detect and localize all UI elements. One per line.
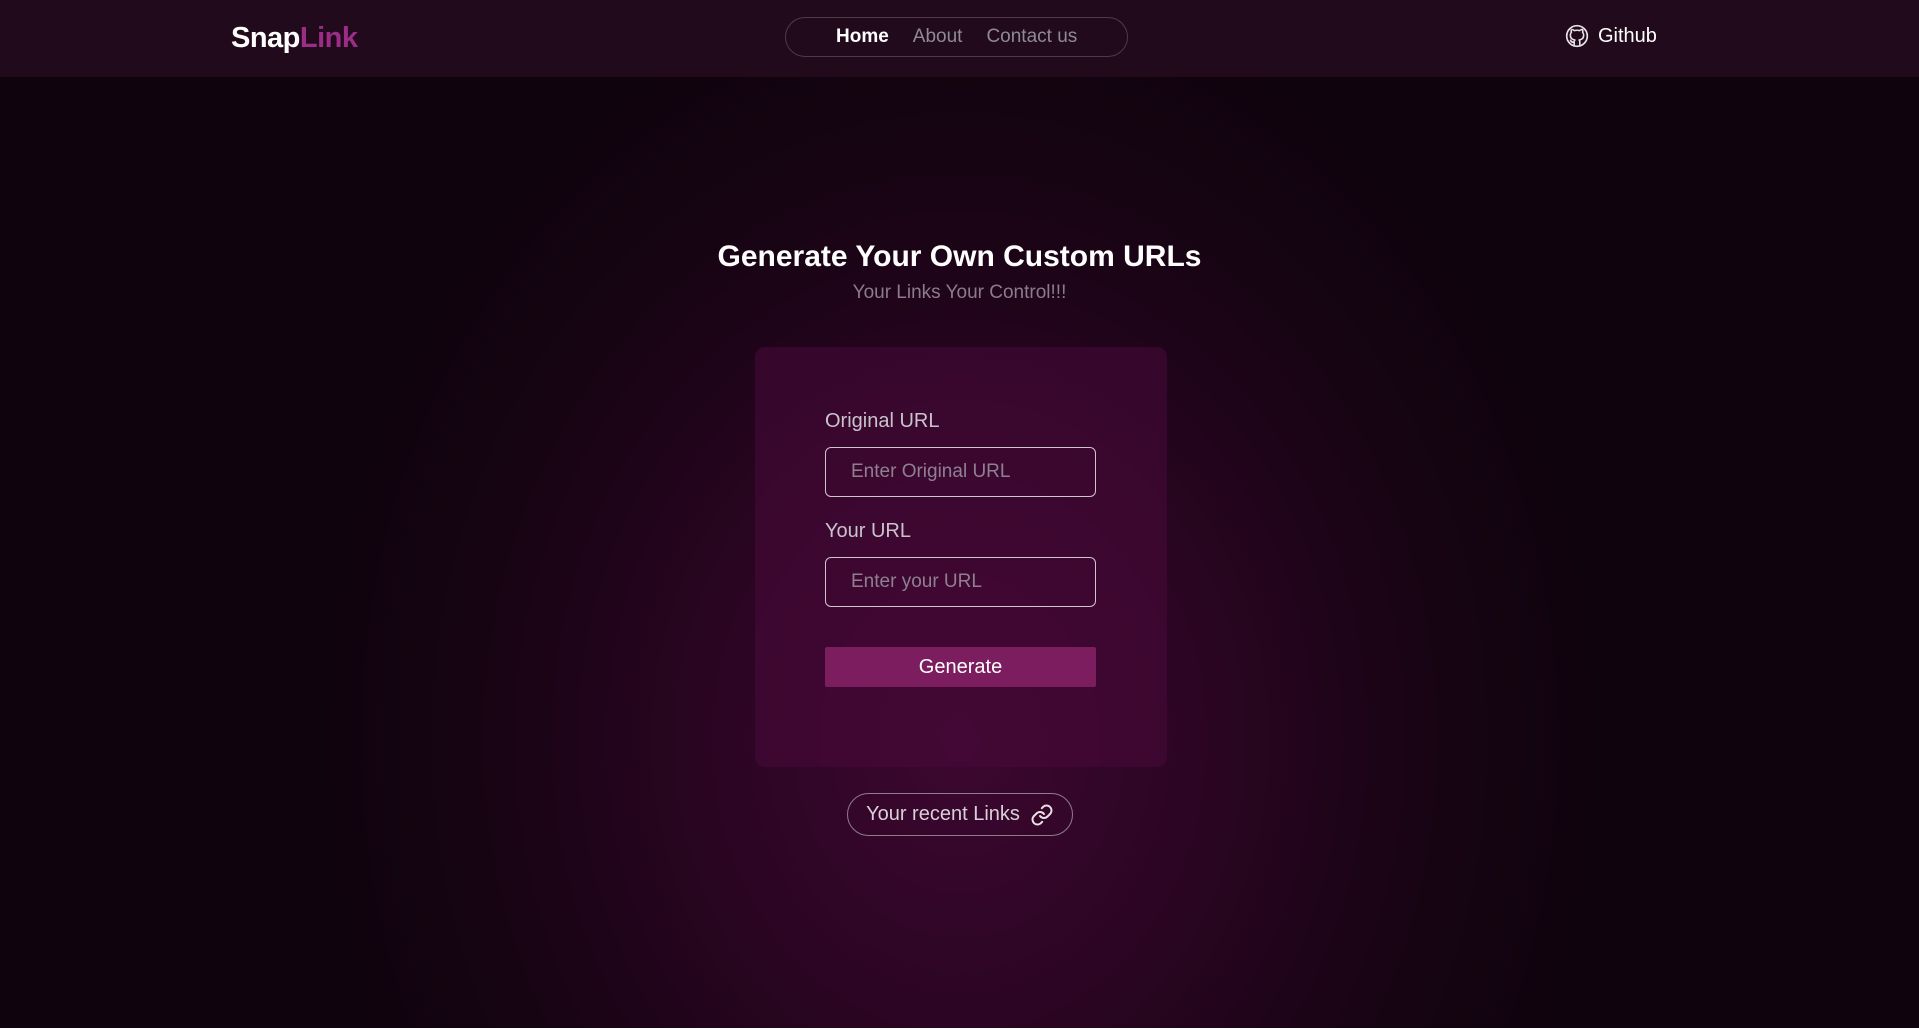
nav-link-contact[interactable]: Contact us bbox=[986, 26, 1077, 48]
github-icon bbox=[1565, 24, 1589, 48]
page-background: SnapLink Home About Contact us Github Ge… bbox=[0, 0, 1919, 1029]
top-navbar: SnapLink Home About Contact us Github bbox=[0, 0, 1919, 77]
logo-text-snap: Snap bbox=[231, 22, 300, 54]
generate-button[interactable]: Generate bbox=[825, 647, 1096, 687]
your-url-input[interactable] bbox=[825, 557, 1096, 607]
nav-link-about[interactable]: About bbox=[913, 26, 963, 48]
page-subtitle: Your Links Your Control!!! bbox=[852, 282, 1067, 303]
github-link[interactable]: Github bbox=[1565, 24, 1657, 48]
link-icon bbox=[1031, 804, 1053, 825]
recent-links-label: Your recent Links bbox=[866, 803, 1020, 825]
github-label: Github bbox=[1598, 24, 1657, 47]
nav-link-home[interactable]: Home bbox=[836, 26, 889, 48]
logo-text-link: Link bbox=[299, 22, 358, 54]
nav-menu: Home About Contact us bbox=[785, 17, 1128, 57]
brand-logo[interactable]: SnapLink bbox=[231, 22, 358, 55]
page-title: Generate Your Own Custom URLs bbox=[717, 240, 1202, 273]
your-url-label: Your URL bbox=[825, 520, 911, 542]
recent-links-button[interactable]: Your recent Links bbox=[847, 793, 1073, 836]
original-url-label: Original URL bbox=[825, 410, 940, 432]
original-url-input[interactable] bbox=[825, 447, 1096, 497]
